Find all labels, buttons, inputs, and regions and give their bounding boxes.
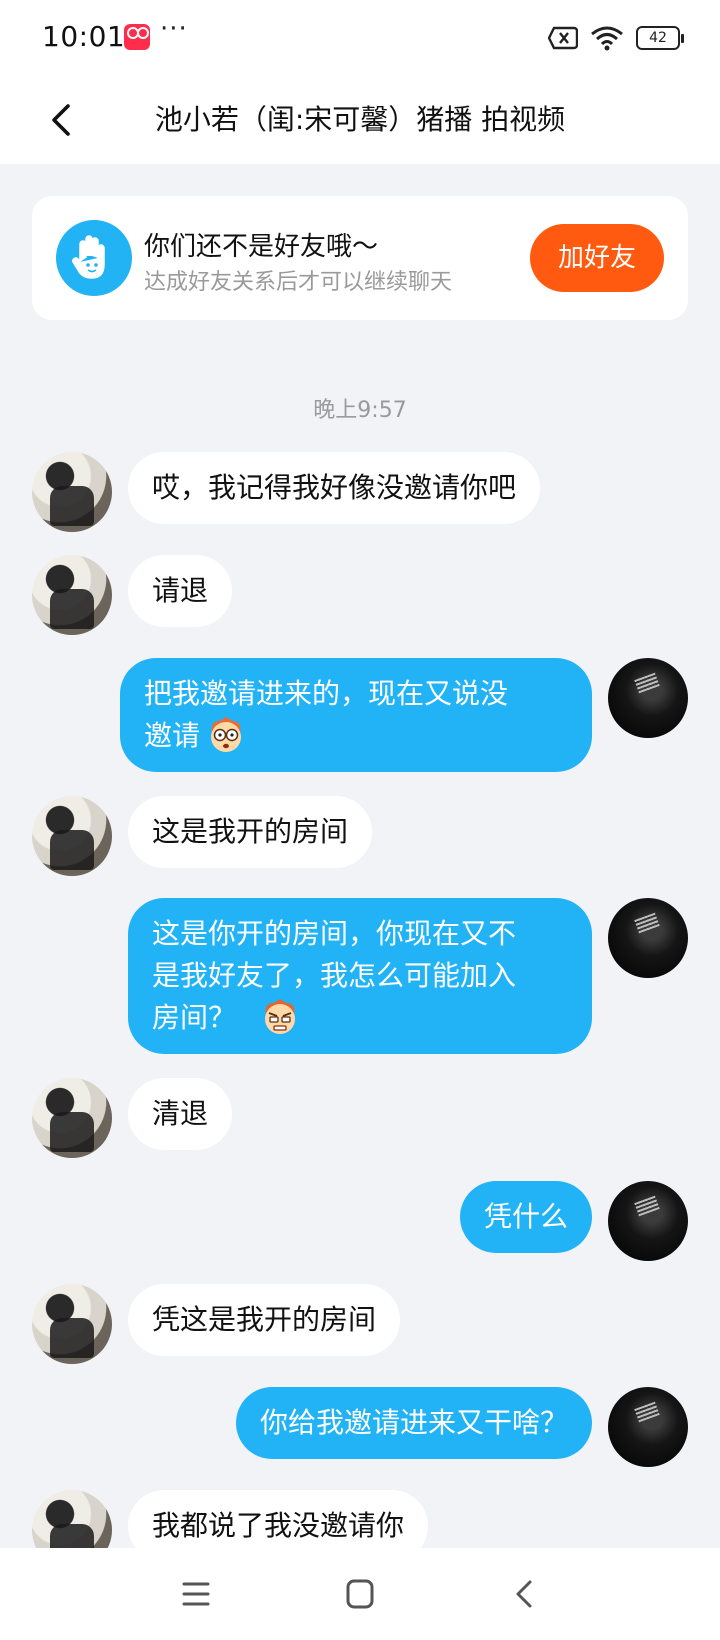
more-notifications-icon: ··· bbox=[160, 14, 188, 44]
avatar[interactable] bbox=[608, 898, 688, 978]
friend-notice-card: 你们还不是好友哦～ 达成好友关系后才可以继续聊天 加好友 bbox=[32, 196, 688, 320]
message-line: 是我好友了，我怎么可能加入 bbox=[152, 959, 517, 992]
chat-header: 池小若（闺:宋可馨）猪播 拍视频 bbox=[0, 76, 720, 164]
battery-icon: 42 bbox=[636, 26, 684, 50]
message-line: 房间？ bbox=[152, 997, 568, 1039]
angry-emoji-icon bbox=[265, 999, 296, 1034]
message-bubble[interactable]: 凭这是我开的房间 bbox=[128, 1284, 401, 1356]
chat-page: 10:01 ··· 42 池小若（闺:宋可馨）猪播 拍视频 你们还不是好友哦～ … bbox=[0, 0, 720, 1640]
avatar[interactable] bbox=[32, 555, 112, 635]
chevron-left-icon bbox=[52, 104, 70, 136]
message-bubble[interactable]: 这是我开的房间 bbox=[128, 796, 373, 868]
back-triangle-icon bbox=[516, 1580, 532, 1608]
home-button[interactable] bbox=[340, 1574, 380, 1614]
message-bubble[interactable]: 把我邀请进来的，现在又说没 邀请 bbox=[120, 658, 592, 772]
menu-icon bbox=[182, 1582, 210, 1606]
message-text: 房间？ bbox=[152, 1001, 237, 1034]
surprised-emoji-icon bbox=[211, 717, 242, 752]
message-line: 这是你开的房间，你现在又不 bbox=[152, 917, 517, 950]
notice-subtitle: 达成好友关系后才可以继续聊天 bbox=[144, 270, 453, 295]
notice-title: 你们还不是好友哦～ bbox=[144, 232, 379, 262]
sim-off-icon bbox=[548, 26, 578, 50]
avatar[interactable] bbox=[32, 796, 112, 876]
message-line: 邀请 bbox=[144, 715, 568, 757]
status-icons: 42 bbox=[548, 24, 684, 52]
system-nav-bar bbox=[0, 1548, 720, 1640]
chat-title: 池小若（闺:宋可馨）猪播 拍视频 bbox=[154, 103, 566, 136]
message-text: 邀请 bbox=[144, 719, 201, 752]
home-square-icon bbox=[346, 1579, 374, 1609]
message-bubble[interactable]: 凭什么 bbox=[459, 1181, 592, 1253]
avatar[interactable] bbox=[608, 658, 688, 738]
app-badge-icon bbox=[124, 24, 150, 50]
wifi-icon bbox=[591, 26, 623, 51]
message-bubble[interactable]: 这是你开的房间，你现在又不 是我好友了，我怎么可能加入 房间？ bbox=[128, 898, 592, 1054]
message-bubble[interactable]: 你给我邀请进来又干啥？ bbox=[235, 1387, 592, 1459]
add-friend-button[interactable]: 加好友 bbox=[530, 224, 664, 292]
system-back-button[interactable] bbox=[504, 1574, 544, 1614]
avatar[interactable] bbox=[32, 452, 112, 532]
menu-button[interactable] bbox=[176, 1574, 216, 1614]
avatar[interactable] bbox=[32, 1284, 112, 1364]
status-bar: 10:01 ··· 42 bbox=[0, 0, 720, 76]
avatar[interactable] bbox=[608, 1387, 688, 1467]
message-bubble[interactable]: 清退 bbox=[128, 1078, 233, 1150]
message-timestamp: 晚上9:57 bbox=[313, 398, 407, 423]
message-bubble[interactable]: 哎，我记得我好像没邀请你吧 bbox=[128, 452, 541, 524]
status-time: 10:01 bbox=[42, 20, 126, 53]
message-bubble[interactable]: 请退 bbox=[128, 555, 233, 627]
avatar[interactable] bbox=[608, 1181, 688, 1261]
avatar[interactable] bbox=[32, 1078, 112, 1158]
back-button[interactable] bbox=[40, 94, 88, 146]
wave-hand-icon bbox=[56, 220, 132, 296]
message-line: 把我邀请进来的，现在又说没 bbox=[144, 677, 509, 710]
